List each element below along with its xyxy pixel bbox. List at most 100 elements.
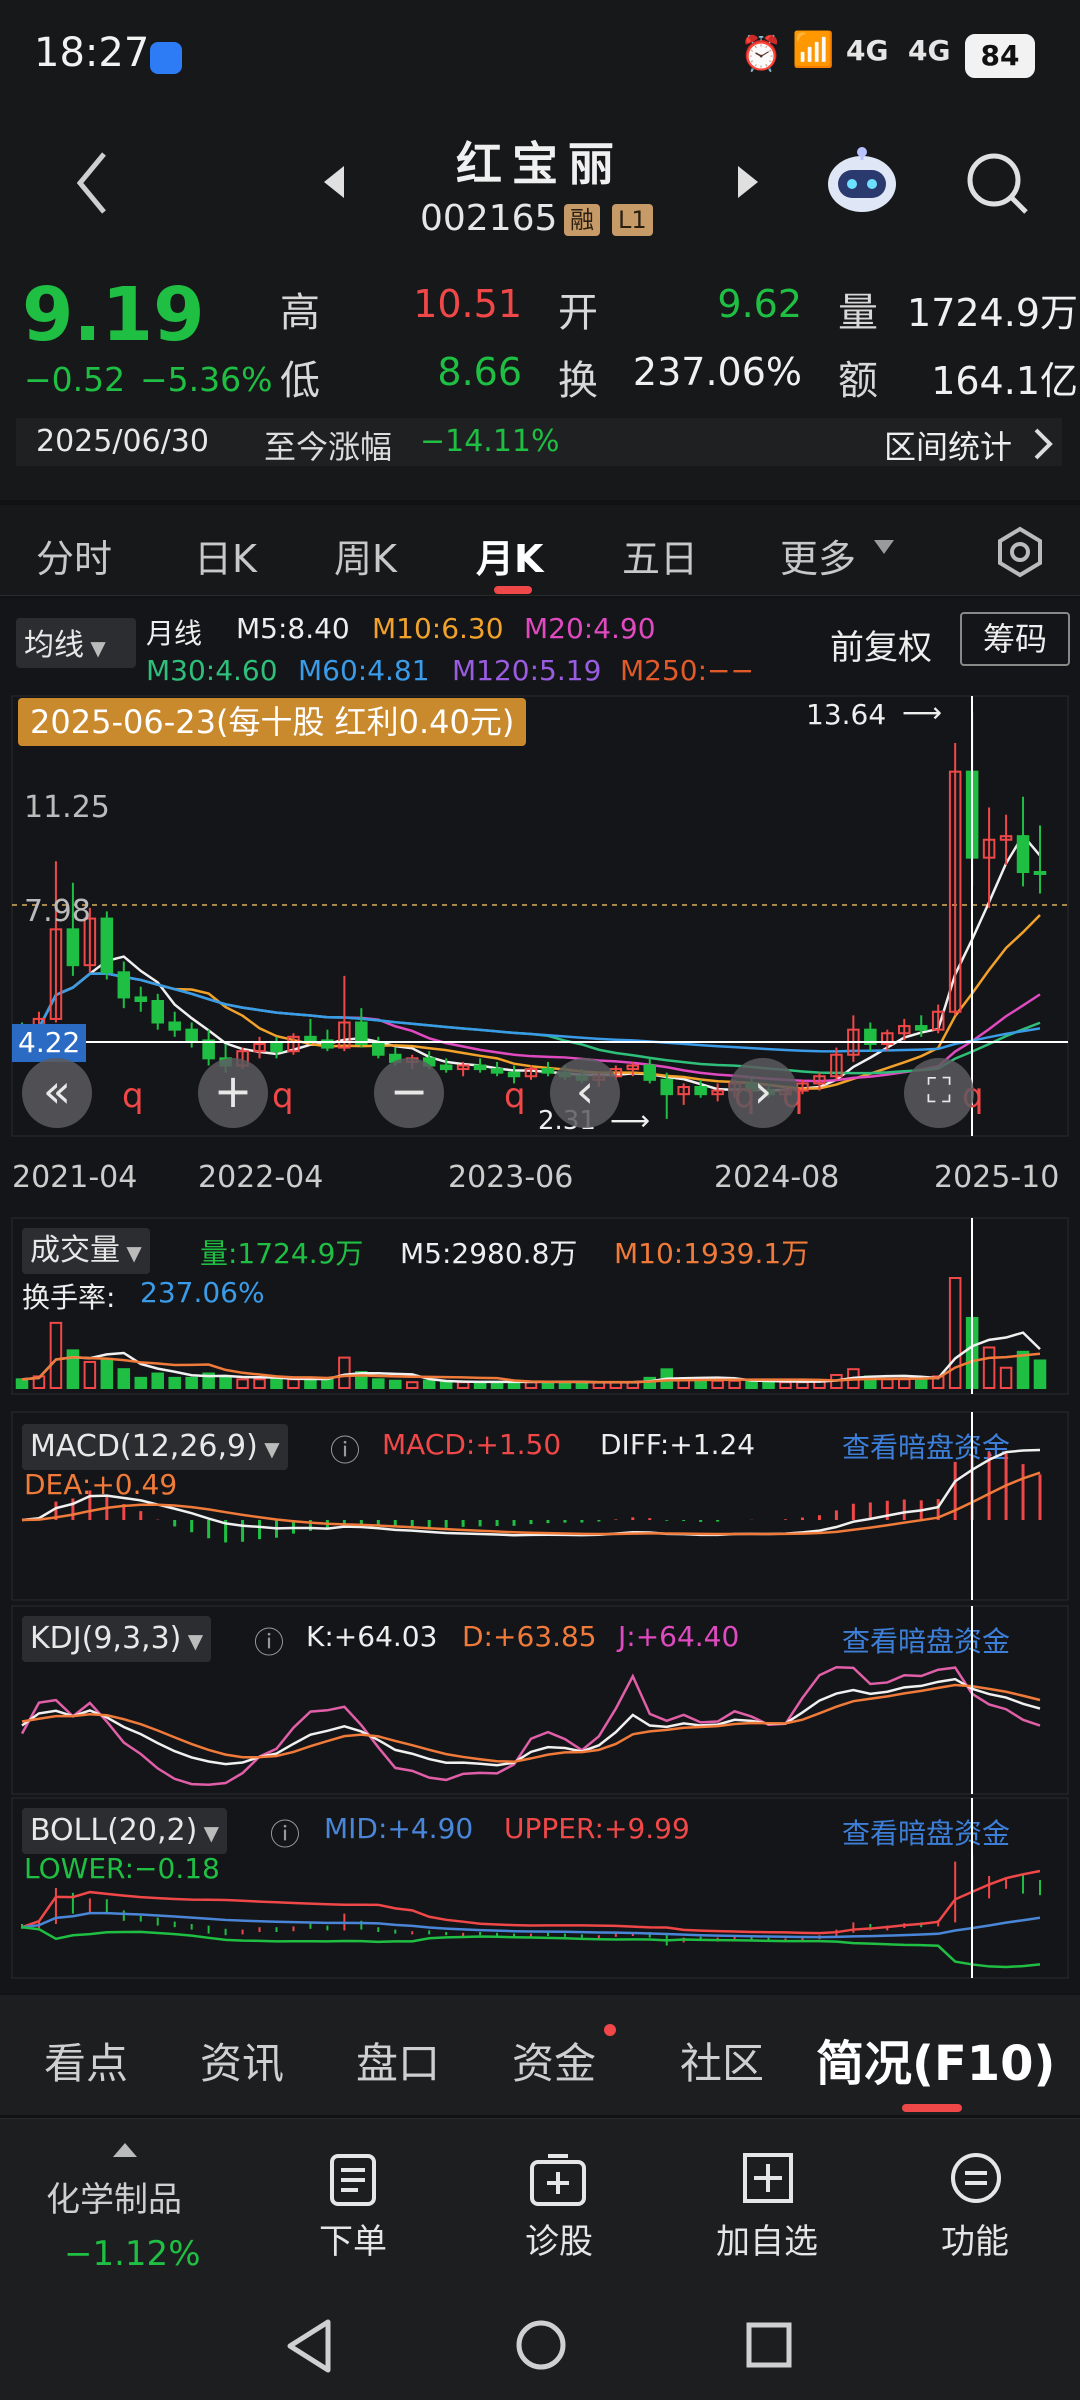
event-marker[interactable]: q [272, 1076, 294, 1116]
volume-bar [914, 1378, 928, 1390]
zoom-in-icon[interactable]: + [198, 1058, 268, 1128]
candle [117, 961, 131, 1009]
next-stock-icon[interactable] [734, 164, 762, 204]
margin-badge: 融 [564, 204, 600, 236]
ma-select-label: 均线 [24, 628, 84, 663]
tab-news[interactable]: 资讯 [200, 2030, 284, 2091]
diagnose-button[interactable]: 诊股 [484, 2214, 634, 2263]
high-label: 高 [280, 290, 320, 336]
fullscreen-icon[interactable]: ⛶ [904, 1058, 974, 1128]
volume-bar [236, 1378, 249, 1390]
candle [881, 1029, 894, 1052]
tab-weekly[interactable]: 周K [334, 528, 397, 583]
amount-value: 164.1亿 [931, 359, 1078, 403]
volume-bar [83, 1360, 97, 1390]
tab-more[interactable]: 更多 [780, 528, 856, 583]
candle [948, 743, 962, 1016]
dividend-tag[interactable]: 2025-06-23(每十股 红利0.40元) [18, 698, 527, 746]
volume-bar [151, 1372, 164, 1390]
caret-up-icon [112, 2142, 138, 2162]
y-label-mid: 7.98 [24, 894, 91, 929]
tab-community[interactable]: 社区 [680, 2030, 764, 2091]
function-button[interactable]: 功能 [900, 2214, 1050, 2263]
scroll-left-fast-icon[interactable]: « [22, 1058, 92, 1128]
kdj-chart[interactable] [0, 1604, 1080, 1796]
event-marker[interactable]: q [122, 1076, 144, 1116]
robot-assistant-icon[interactable] [822, 140, 902, 224]
volume-bar [338, 1356, 351, 1390]
cursor-price-label: 4.22 [12, 1024, 87, 1062]
tab-highlights[interactable]: 看点 [44, 2030, 128, 2091]
y-label-high: 11.25 [24, 790, 110, 825]
battery-icon: 84 [965, 34, 1035, 78]
order-button[interactable]: 下单 [278, 2214, 428, 2263]
ma10-line [21, 914, 1041, 1091]
candle [1033, 825, 1047, 894]
nav-home-icon[interactable] [514, 2318, 568, 2376]
diagnose-icon [528, 2152, 588, 2212]
range-stats-button[interactable]: 区间统计 [884, 422, 1012, 468]
last-price: 9.19 [22, 272, 205, 358]
tab-intraday[interactable]: 分时 [36, 528, 112, 583]
level-badge: L1 [612, 204, 653, 236]
x-label: 2023-06 [448, 1160, 574, 1195]
settings-icon[interactable] [994, 526, 1046, 582]
macd-chart[interactable] [0, 1410, 1080, 1602]
ma60-value: M60:4.81 [298, 654, 430, 687]
volume-bar [796, 1381, 809, 1389]
active-tab-indicator [494, 586, 532, 594]
scroll-right-icon[interactable]: › [728, 1058, 798, 1128]
volume-bar [694, 1379, 707, 1389]
voice-assistant-icon [150, 42, 182, 74]
status-bar: 18:27 ⏰ 📶 4G 4G 84 [0, 0, 1080, 110]
nav-recents-icon[interactable] [744, 2320, 794, 2374]
volume-bar [389, 1379, 402, 1389]
stock-name: 红宝丽 [456, 137, 624, 191]
ma5-value: M5:8.40 [236, 612, 350, 645]
tab-orderbook[interactable]: 盘口 [356, 2030, 440, 2091]
ma5-line [21, 833, 1041, 1092]
sector-name[interactable]: 化学制品 [46, 2172, 182, 2221]
sector-change: −1.12% [64, 2234, 201, 2274]
search-icon[interactable] [962, 148, 1032, 222]
candle [541, 1061, 555, 1077]
high-value: 10.51 [413, 282, 522, 326]
candle [847, 1015, 860, 1062]
chips-button[interactable]: 筹码 [960, 612, 1070, 666]
adjust-button[interactable]: 前复权 [830, 620, 932, 669]
menu-icon [950, 2152, 1002, 2208]
volume-bar [15, 1378, 29, 1390]
volume-bar [287, 1378, 300, 1390]
zoom-out-icon[interactable]: − [374, 1058, 444, 1128]
since-date: 2025/06/30 [36, 424, 209, 459]
volume-bar [270, 1378, 283, 1390]
tab-five-day[interactable]: 五日 [622, 528, 698, 583]
candle [1016, 796, 1030, 887]
candle [151, 993, 164, 1030]
scroll-left-icon[interactable]: ‹ [550, 1058, 620, 1128]
tab-funds[interactable]: 资金 [512, 2030, 596, 2091]
candle [490, 1061, 504, 1077]
volume-bar [1016, 1350, 1030, 1390]
ma-lines [21, 833, 1041, 1092]
candle [711, 1083, 724, 1102]
candle [304, 1018, 317, 1044]
volume-chart[interactable] [0, 1216, 1080, 1396]
candle [643, 1058, 657, 1084]
tab-profile-f10[interactable]: 简况(F10) [816, 2024, 1055, 2094]
tab-daily[interactable]: 日K [194, 528, 257, 583]
add-watchlist-button[interactable]: 加自选 [692, 2214, 842, 2263]
candle [253, 1036, 266, 1059]
nav-back-icon[interactable] [284, 2318, 334, 2378]
add-watchlist-icon [742, 2152, 794, 2208]
low-label: 低 [280, 358, 320, 404]
boll-chart[interactable] [0, 1796, 1080, 1980]
volume-bar [372, 1378, 385, 1390]
event-marker[interactable]: q [504, 1076, 526, 1116]
ma-select[interactable]: 均线 ▼ [16, 618, 136, 668]
since-label: 至今涨幅 [264, 428, 393, 466]
signal-icon-1: 4G [846, 34, 889, 67]
candle [134, 986, 148, 1012]
x-label: 2025-10 [934, 1160, 1060, 1195]
tab-monthly[interactable]: 月K [476, 528, 543, 583]
